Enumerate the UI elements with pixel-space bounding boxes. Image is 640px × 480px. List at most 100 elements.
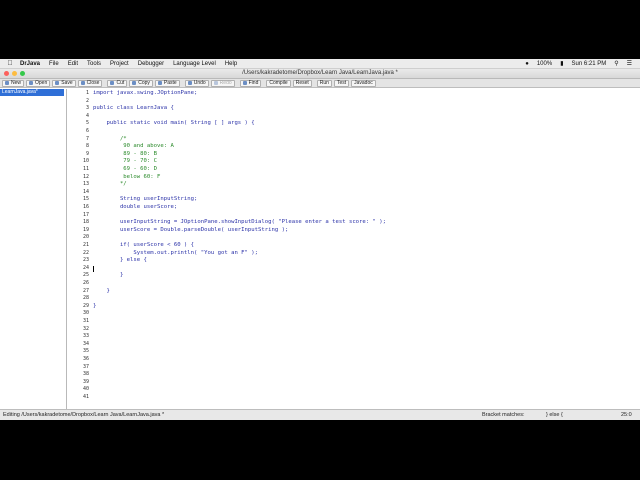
paste-button[interactable]: Paste <box>154 79 180 87</box>
scissors-icon <box>110 81 115 85</box>
code-line[interactable]: 79 - 70: C <box>93 158 157 166</box>
line-number: 14 <box>82 188 89 195</box>
code-editor[interactable]: 1 2 3 4 5 6 7 8 9 10 11 12 13 14 15 16 17 18 19 20 21 22 23 24 2… <box>67 89 640 409</box>
line-number: 19 <box>82 226 89 233</box>
code-line[interactable]: } <box>93 288 109 296</box>
line-number: 15 <box>82 196 89 203</box>
copy-icon <box>132 81 137 85</box>
code-line[interactable]: /* <box>93 136 127 144</box>
line-number: 32 <box>82 325 89 332</box>
line-number: 18 <box>82 219 89 226</box>
line-number: 13 <box>82 181 89 188</box>
line-number: 38 <box>82 371 89 378</box>
save-icon <box>55 81 60 85</box>
new-button[interactable]: New <box>2 79 25 87</box>
line-number: 20 <box>82 234 89 241</box>
menu-project[interactable]: Project <box>110 61 129 67</box>
code-line[interactable]: } else { <box>93 257 147 265</box>
bracket-matches-value: } else { <box>546 412 563 418</box>
line-number: 27 <box>82 287 89 294</box>
bracket-matches-label: Bracket matches: <box>482 412 525 418</box>
line-number: 10 <box>82 158 89 165</box>
reset-button[interactable]: Reset <box>292 79 312 87</box>
code-line[interactable]: double userScore; <box>93 204 177 212</box>
line-number: 6 <box>85 128 89 134</box>
line-number: 34 <box>82 340 89 347</box>
menu-edit[interactable]: Edit <box>68 61 78 67</box>
apple-icon[interactable]:  <box>0 60 20 67</box>
line-number: 40 <box>82 386 89 393</box>
code-line[interactable]: userScore = Double.parseDouble( userInpu… <box>93 227 288 235</box>
run-button[interactable]: Run <box>316 79 332 87</box>
code-line[interactable]: userInputString = JOptionPane.showInputD… <box>93 219 386 227</box>
line-number: 8 <box>85 143 89 150</box>
line-number: 41 <box>82 394 89 400</box>
line-number: 23 <box>82 257 89 264</box>
battery-percent: 100% <box>536 60 553 67</box>
code-line[interactable]: */ <box>93 181 127 189</box>
code-line[interactable]: below 60: F <box>93 174 160 182</box>
menu-help[interactable]: Help <box>225 61 237 67</box>
line-number-gutter: 1 2 3 4 5 6 7 8 9 10 11 12 13 14 15 16 17 18 19 20 21 22 23 24 2… <box>67 89 89 409</box>
line-number: 21 <box>82 242 89 248</box>
code-line[interactable]: public static void main( String [ ] args… <box>93 120 254 128</box>
code-line[interactable]: import javax.swing.JOptionPane; <box>93 90 197 98</box>
line-number: 11 <box>82 166 89 172</box>
line-number: 36 <box>82 356 89 362</box>
toolbar: New Open Save Close Cut Copy Paste Undo … <box>0 79 640 88</box>
new-file-icon <box>5 81 9 85</box>
code-line[interactable]: 69 - 60: D <box>93 166 157 174</box>
compile-button[interactable]: Compile <box>266 79 291 87</box>
redo-button[interactable]: Redo <box>210 79 235 87</box>
cursor-position: 25:0 <box>621 412 632 418</box>
close-button[interactable]: Close <box>77 79 103 87</box>
clock[interactable]: Sun 6:21 PM <box>572 61 607 67</box>
code-line[interactable]: } <box>93 272 123 280</box>
line-number: 16 <box>82 204 89 210</box>
javadoc-button[interactable]: Javadoc <box>351 79 376 87</box>
test-button[interactable]: Test <box>333 79 350 87</box>
battery-icon[interactable]: ▮ <box>560 60 563 67</box>
code-line[interactable]: if( userScore < 60 ) { <box>93 242 194 250</box>
status-editing-path: Editing /Users/kakradetome/Dropbox/Learn… <box>3 412 165 418</box>
code-line[interactable]: System.out.println( "You got an F" ); <box>93 250 258 258</box>
code-line[interactable]: public class LearnJava { <box>93 105 174 113</box>
list-icon[interactable]: ☰ <box>627 60 632 67</box>
open-files-panel: LearnJava.java* <box>0 89 67 409</box>
save-button[interactable]: Save <box>52 79 76 87</box>
copy-button[interactable]: Copy <box>129 79 153 87</box>
menubar-status-area: ● 100% ▮ Sun 6:21 PM ⚲ ☰ <box>525 59 632 68</box>
find-button[interactable]: Find <box>239 79 262 87</box>
code-line[interactable]: 90 and above: A <box>93 143 174 151</box>
menu-language-level[interactable]: Language Level <box>173 61 216 67</box>
wifi-icon[interactable]: ● <box>525 61 529 67</box>
open-button[interactable]: Open <box>26 79 51 87</box>
code-line[interactable]: String userInputString; <box>93 196 197 204</box>
search-icon[interactable]: ⚲ <box>614 60 618 67</box>
line-number: 37 <box>82 363 89 370</box>
menu-debugger[interactable]: Debugger <box>138 61 164 67</box>
undo-icon <box>187 81 192 85</box>
menu-file[interactable]: File <box>49 61 59 67</box>
menu-tools[interactable]: Tools <box>87 61 101 67</box>
close-file-icon <box>80 81 85 85</box>
line-number: 2 <box>85 97 89 104</box>
open-file-item[interactable]: LearnJava.java* <box>0 89 64 96</box>
line-number: 5 <box>85 120 89 127</box>
menu-bar:  DrJava File Edit Tools Project Debugge… <box>0 59 640 69</box>
undo-button[interactable]: Undo <box>184 79 209 87</box>
line-number: 35 <box>82 348 89 355</box>
line-number: 33 <box>82 333 89 340</box>
window-title-bar: /Users/kakradetome/Dropbox/Learn Java/Le… <box>0 69 640 79</box>
line-number: 39 <box>82 378 89 385</box>
line-number: 28 <box>82 295 89 302</box>
line-number: 29 <box>82 302 89 309</box>
open-folder-icon <box>29 81 34 85</box>
paste-icon <box>157 81 162 85</box>
line-number: 12 <box>82 173 89 180</box>
menu-app-name[interactable]: DrJava <box>20 61 40 67</box>
code-line[interactable]: 89 - 80: B <box>93 151 157 159</box>
cut-button[interactable]: Cut <box>107 79 128 87</box>
code-line[interactable]: } <box>93 303 96 311</box>
line-number: 22 <box>82 249 89 256</box>
